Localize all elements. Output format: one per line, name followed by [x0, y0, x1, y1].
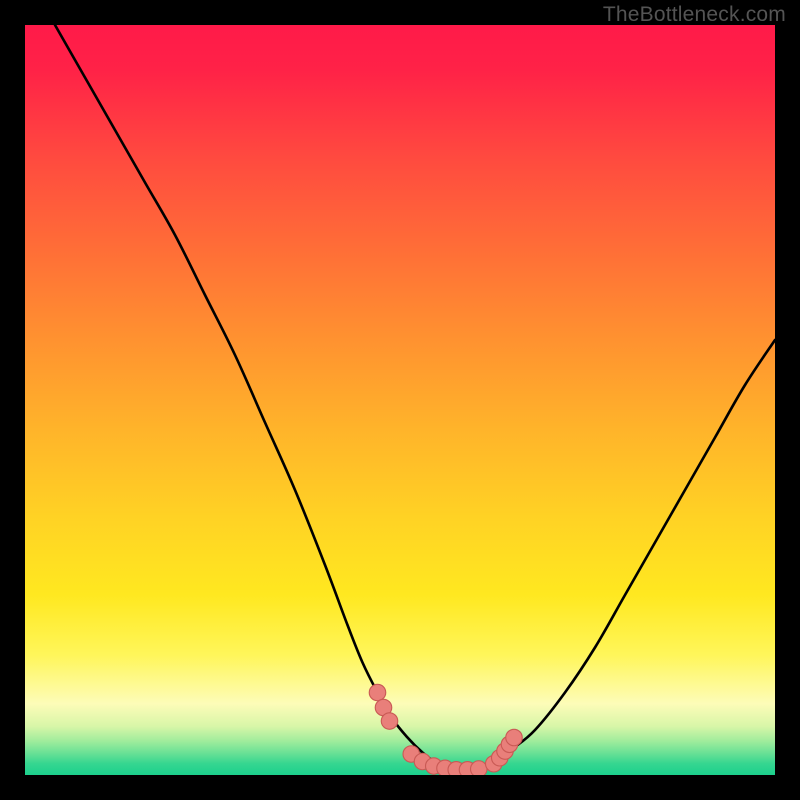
right-curve	[483, 340, 776, 768]
plot-area	[25, 25, 775, 775]
marker-dot	[471, 761, 488, 775]
marker-dot	[381, 713, 398, 729]
marker-dot	[506, 729, 523, 746]
curve-layer	[25, 25, 775, 775]
marker-dot	[369, 684, 386, 701]
bottom-markers	[369, 684, 522, 775]
chart-stage: TheBottleneck.com	[0, 0, 800, 800]
left-curve	[55, 25, 453, 769]
watermark-text: TheBottleneck.com	[603, 3, 786, 27]
